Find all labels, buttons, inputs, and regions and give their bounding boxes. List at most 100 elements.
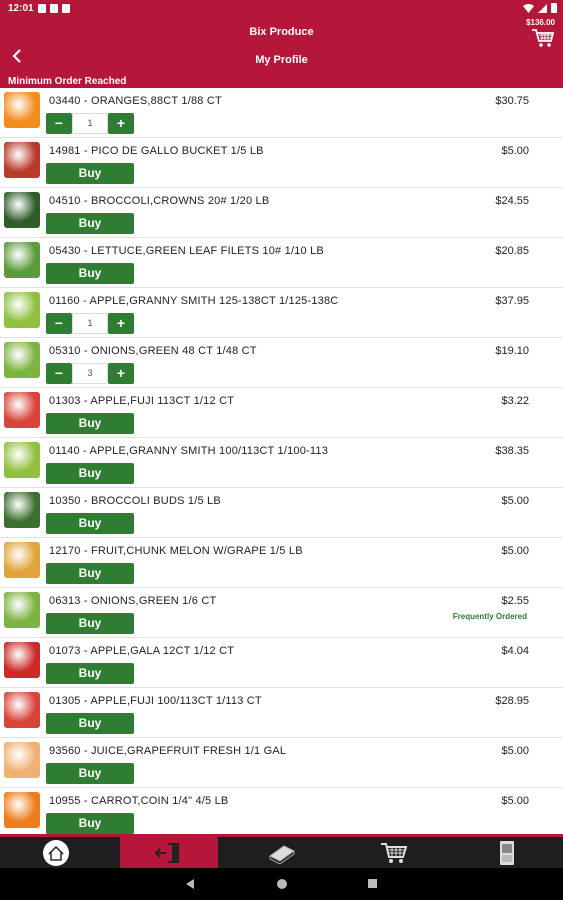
product-price: $24.55 <box>495 195 529 207</box>
app-header: Bix Produce $136.00 My Profile Minimum O… <box>0 18 563 88</box>
system-home-icon[interactable] <box>277 879 287 889</box>
product-description: 01160 - APPLE,GRANNY SMITH 125-138CT 1/1… <box>49 295 339 307</box>
frequently-ordered-badge: Frequently Ordered <box>452 612 527 621</box>
product-description: 01305 - APPLE,FUJI 100/113CT 1/113 CT <box>49 695 262 707</box>
buy-button[interactable]: Buy <box>46 163 134 184</box>
product-thumbnail <box>4 242 40 278</box>
product-description: 01073 - APPLE,GALA 12CT 1/12 CT <box>49 645 235 657</box>
product-price: $5.00 <box>501 795 529 807</box>
product-price: $38.35 <box>495 445 529 457</box>
product-row[interactable]: 01160 - APPLE,GRANNY SMITH 125-138CT 1/1… <box>0 288 563 338</box>
quantity-field[interactable]: 1 <box>72 113 108 134</box>
product-row[interactable]: 01303 - APPLE,FUJI 113CT 1/12 CT $3.22 Buy <box>0 388 563 438</box>
quantity-stepper[interactable]: −1 + <box>46 113 134 134</box>
status-bar: 12:01 <box>0 0 563 18</box>
product-price: $5.00 <box>501 145 529 157</box>
wifi-icon <box>523 3 534 13</box>
signal-icon <box>538 3 547 13</box>
nav-home[interactable] <box>7 837 105 868</box>
product-thumbnail <box>4 342 40 378</box>
buy-button[interactable]: Buy <box>46 213 134 234</box>
status-right <box>523 3 557 13</box>
quantity-stepper[interactable]: −3 + <box>46 363 134 384</box>
nav-logout[interactable] <box>120 837 218 868</box>
increment-button[interactable]: + <box>108 313 134 334</box>
increment-button[interactable]: + <box>108 363 134 384</box>
product-description: 04510 - BROCCOLI,CROWNS 20# 1/20 LB <box>49 195 270 207</box>
product-thumbnail <box>4 442 40 478</box>
buy-button[interactable]: Buy <box>46 463 134 484</box>
product-row[interactable]: 01305 - APPLE,FUJI 100/113CT 1/113 CT $28… <box>0 688 563 738</box>
product-row[interactable]: 06313 - ONIONS,GREEN 1/6 CT $2.55 Frequent… <box>0 588 563 638</box>
logout-icon <box>154 842 179 863</box>
product-price: $5.00 <box>501 745 529 757</box>
product-description: 93560 - JUICE,GRAPEFRUIT FRESH 1/1 GAL <box>49 745 287 757</box>
home-icon <box>43 839 69 866</box>
product-row[interactable]: 05310 - ONIONS,GREEN 48 CT 1/48 CT $19.10… <box>0 338 563 388</box>
product-thumbnail <box>4 542 40 578</box>
buy-button[interactable]: Buy <box>46 563 134 584</box>
product-description: 10955 - CARROT,COIN 1/4" 4/5 LB <box>49 795 229 807</box>
buy-button[interactable]: Buy <box>46 513 134 534</box>
nav-cart[interactable] <box>345 837 443 868</box>
product-thumbnail <box>4 92 40 128</box>
status-time: 12:01 <box>8 3 34 14</box>
product-row[interactable]: 03440 - ORANGES,88CT 1/88 CT $30.75 −1 + <box>0 88 563 138</box>
product-price: $19.10 <box>495 345 529 357</box>
quantity-field[interactable]: 3 <box>72 363 108 384</box>
buy-button[interactable]: Buy <box>46 413 134 434</box>
product-price: $2.55 <box>501 595 529 607</box>
system-recents-icon[interactable] <box>368 879 377 888</box>
product-description: 12170 - FRUIT,CHUNK MELON W/GRAPE 1/5 LB <box>49 545 303 557</box>
product-description: 10350 - BROCCOLI BUDS 1/5 LB <box>49 495 221 507</box>
screen-title: My Profile <box>255 54 308 66</box>
notification-icon <box>62 4 70 13</box>
buy-button[interactable]: Buy <box>46 713 134 734</box>
bottom-nav <box>0 834 563 868</box>
product-list[interactable]: 03440 - ORANGES,88CT 1/88 CT $30.75−1 +149… <box>0 88 563 834</box>
cart-total: $136.00 <box>526 18 555 27</box>
product-row[interactable]: 01073 - APPLE,GALA 12CT 1/12 CT $4.04 Buy <box>0 638 563 688</box>
product-price: $4.04 <box>501 645 529 657</box>
header-cart-icon[interactable] <box>531 28 555 48</box>
product-price: $5.00 <box>501 495 529 507</box>
product-description: 14981 - PICO DE GALLO BUCKET 1/5 LB <box>49 145 264 157</box>
product-row[interactable]: 05430 - LETTUCE,GREEN LEAF FILETS 10# 1/… <box>0 238 563 288</box>
product-price: $30.75 <box>495 95 529 107</box>
quantity-stepper[interactable]: −1 + <box>46 313 134 334</box>
product-thumbnail <box>4 192 40 228</box>
product-description: 06313 - ONIONS,GREEN 1/6 CT <box>49 595 217 607</box>
product-row[interactable]: 10955 - CARROT,COIN 1/4" 4/5 LB $5.00 Buy <box>0 788 563 834</box>
buy-button[interactable]: Buy <box>46 763 134 784</box>
catalog-icon <box>269 844 295 864</box>
decrement-button[interactable]: − <box>46 363 72 384</box>
cart-icon <box>381 842 408 863</box>
decrement-button[interactable]: − <box>46 313 72 334</box>
product-thumbnail <box>4 692 40 728</box>
buy-button[interactable]: Buy <box>46 813 134 834</box>
product-price: $37.95 <box>495 295 529 307</box>
buy-button[interactable]: Buy <box>46 663 134 684</box>
product-thumbnail <box>4 142 40 178</box>
increment-button[interactable]: + <box>108 113 134 134</box>
buy-button[interactable]: Buy <box>46 263 134 284</box>
product-row[interactable]: 01140 - APPLE,GRANNY SMITH 100/113CT 1/1… <box>0 438 563 488</box>
quantity-field[interactable]: 1 <box>72 313 108 334</box>
product-row[interactable]: 12170 - FRUIT,CHUNK MELON W/GRAPE 1/5 LB… <box>0 538 563 588</box>
nav-catalog[interactable] <box>233 837 331 868</box>
min-order-status: Minimum Order Reached <box>8 76 127 87</box>
product-description: 05310 - ONIONS,GREEN 48 CT 1/48 CT <box>49 345 257 357</box>
system-back-icon[interactable] <box>186 879 194 889</box>
product-row[interactable]: 93560 - JUICE,GRAPEFRUIT FRESH 1/1 GAL $5… <box>0 738 563 788</box>
product-thumbnail <box>4 392 40 428</box>
buy-button[interactable]: Buy <box>46 613 134 634</box>
notification-icons <box>38 4 70 13</box>
nav-contact[interactable] <box>458 837 556 868</box>
product-thumbnail <box>4 292 40 328</box>
product-row[interactable]: 10350 - BROCCOLI BUDS 1/5 LB $5.00 Buy <box>0 488 563 538</box>
decrement-button[interactable]: − <box>46 113 72 134</box>
product-thumbnail <box>4 642 40 678</box>
product-thumbnail <box>4 792 40 828</box>
product-row[interactable]: 04510 - BROCCOLI,CROWNS 20# 1/20 LB $24.5… <box>0 188 563 238</box>
product-row[interactable]: 14981 - PICO DE GALLO BUCKET 1/5 LB $5.00… <box>0 138 563 188</box>
